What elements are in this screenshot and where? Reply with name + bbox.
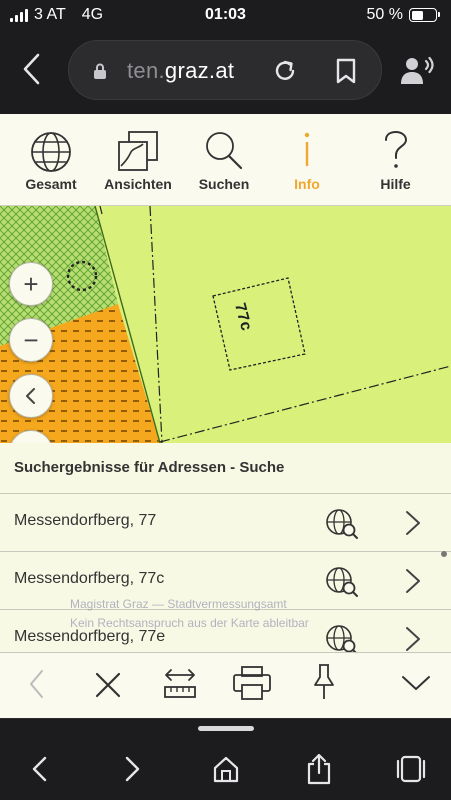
pin-icon[interactable]: [312, 663, 336, 701]
reload-icon[interactable]: [272, 58, 298, 84]
url-faded: ten.: [127, 58, 165, 83]
map-canvas[interactable]: 77c + −: [0, 206, 451, 443]
tool-label: Ansichten: [104, 176, 172, 192]
url-main: graz.at: [164, 58, 235, 83]
chevron-right-icon[interactable]: [403, 567, 423, 595]
layers-icon: [118, 131, 158, 171]
results-title: Suchergebnisse für Adressen - Suche: [14, 459, 285, 476]
reader-voice-icon[interactable]: [400, 55, 436, 85]
app-toolbar: Gesamt Ansichten Suchen Info Hilfe: [0, 114, 451, 206]
tool-info[interactable]: Info: [274, 114, 340, 206]
tool-gesamt[interactable]: Gesamt: [0, 114, 102, 206]
screen: 3 AT 4G 01:03 50 % ten.graz.at Gesamt An…: [0, 0, 451, 800]
help-icon: [384, 130, 407, 168]
chevron-right-icon[interactable]: [403, 625, 423, 653]
measure-icon[interactable]: [162, 665, 198, 701]
collapse-icon[interactable]: [400, 673, 432, 693]
browser-header: ten.graz.at: [0, 30, 451, 114]
info-icon: [304, 132, 310, 166]
back-icon[interactable]: [26, 667, 48, 701]
tool-suchen[interactable]: Suchen: [174, 114, 274, 206]
browser-back-icon[interactable]: [29, 755, 51, 783]
globe-search-icon[interactable]: [325, 566, 359, 598]
tool-hilfe[interactable]: Hilfe: [340, 114, 451, 206]
sheet-grabber[interactable]: [198, 726, 254, 731]
lock-icon: [94, 63, 106, 79]
result-row[interactable]: Messendorfberg, 77c: [0, 551, 451, 609]
tool-label: Info: [294, 176, 320, 192]
battery-icon: [409, 8, 440, 22]
battery-fill: [411, 10, 423, 20]
browser-forward-icon[interactable]: [121, 755, 143, 783]
zoom-in-label: +: [23, 268, 39, 299]
share-icon[interactable]: [305, 753, 333, 785]
tool-label: Gesamt: [25, 176, 77, 192]
map-back-button[interactable]: [9, 374, 53, 418]
url-text: ten.graz.at: [127, 58, 234, 84]
battery-percent: 50 %: [366, 6, 403, 23]
tabs-icon[interactable]: [396, 755, 426, 783]
globe-icon: [31, 132, 71, 172]
bookmark-icon[interactable]: [335, 58, 357, 84]
result-label: Messendorfberg, 77: [14, 512, 157, 529]
status-bar: 3 AT 4G 01:03 50 %: [0, 0, 451, 30]
print-icon[interactable]: [232, 665, 272, 701]
search-icon: [206, 132, 243, 170]
zoom-in-button[interactable]: +: [9, 262, 53, 306]
globe-search-icon[interactable]: [325, 508, 359, 540]
status-right: 50 %: [366, 6, 440, 24]
browser-back-icon[interactable]: [18, 52, 48, 86]
zoom-out-label: −: [23, 324, 39, 355]
web-content: Gesamt Ansichten Suchen Info Hilfe 77c +…: [0, 114, 451, 718]
tool-ansichten[interactable]: Ansichten: [102, 114, 174, 206]
tool-label: Hilfe: [380, 176, 411, 192]
result-row[interactable]: Messendorfberg, 77: [0, 493, 451, 551]
home-icon[interactable]: [212, 755, 240, 783]
chevron-right-icon[interactable]: [403, 509, 423, 537]
result-label: Messendorfberg, 77c: [14, 570, 165, 587]
map-drawing: [0, 206, 451, 443]
chevron-left-icon: [26, 388, 35, 404]
zoom-out-button[interactable]: −: [9, 318, 53, 362]
result-actions-bar: [0, 652, 451, 718]
scroll-indicator: [441, 551, 447, 557]
address-bar[interactable]: ten.graz.at: [68, 40, 382, 100]
close-icon[interactable]: [94, 671, 122, 699]
result-label: Messendorfberg, 77e: [14, 628, 166, 645]
tool-label: Suchen: [198, 176, 250, 192]
